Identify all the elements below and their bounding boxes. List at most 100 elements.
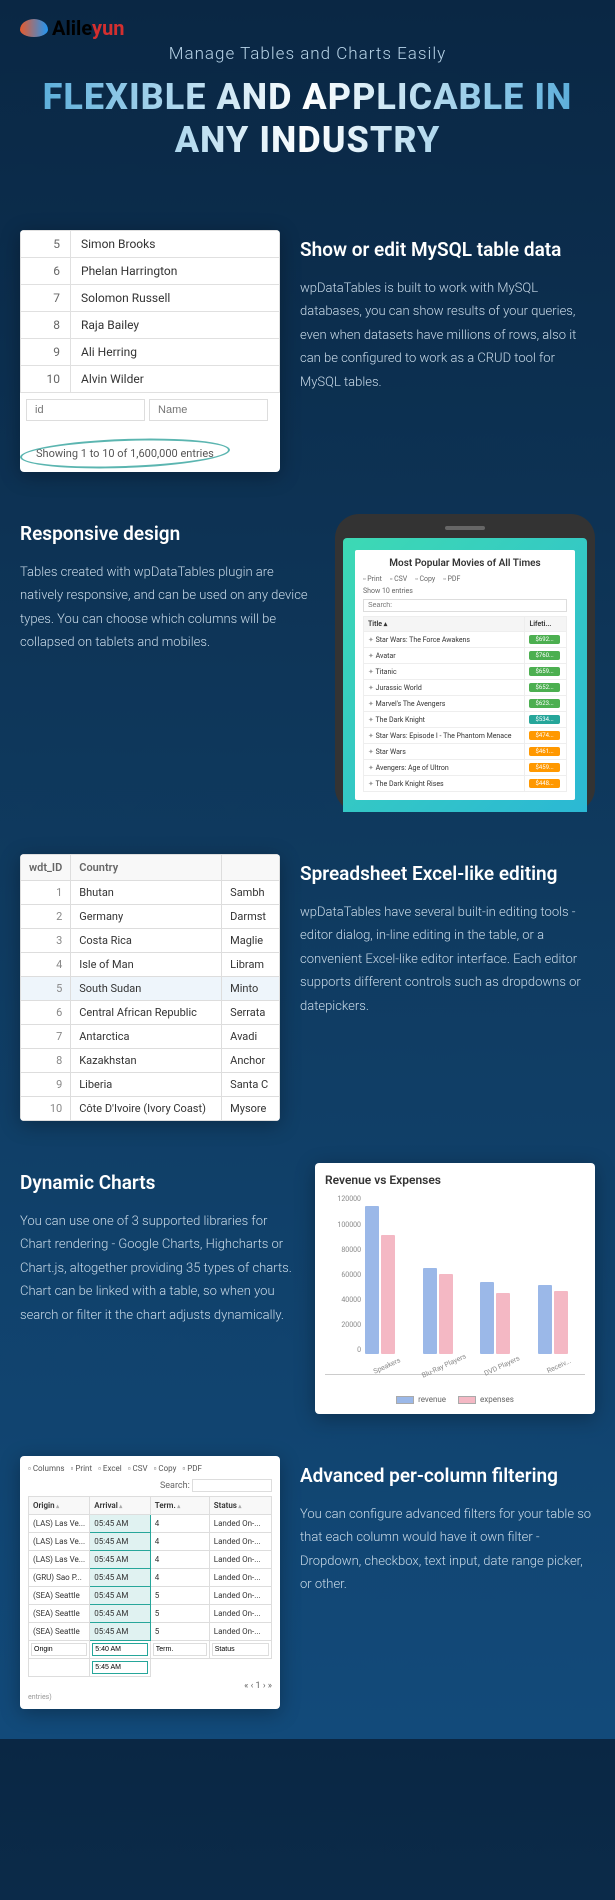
- table-cell: 05:45 AM: [90, 1515, 151, 1533]
- table-cell[interactable]: Minto: [222, 977, 280, 1001]
- table-cell: (SEA) Seattle: [29, 1623, 90, 1641]
- value-badge: $474...: [529, 731, 559, 740]
- table-cell[interactable]: Central African Republic: [71, 1001, 222, 1025]
- spreadsheet-preview: wdt_IDCountry1BhutanSambh 2GermanyDarmst 3…: [20, 854, 280, 1121]
- table-cell[interactable]: Sambh: [222, 881, 280, 905]
- table-cell: 8: [21, 312, 71, 339]
- toolbar-button[interactable]: ▫ CSV: [128, 1464, 148, 1473]
- table-cell[interactable]: 3: [21, 929, 71, 953]
- table-cell[interactable]: 6: [21, 1001, 71, 1025]
- table-cell[interactable]: Côte D'Ivoire (Ivory Coast): [71, 1097, 222, 1121]
- table-cell[interactable]: Costa Rica: [71, 929, 222, 953]
- bar: [496, 1293, 510, 1354]
- id-filter-input[interactable]: [26, 399, 145, 421]
- table-cell[interactable]: Anchor: [222, 1049, 280, 1073]
- table-cell[interactable]: Maglie: [222, 929, 280, 953]
- table-cell: Phelan Harrington: [71, 258, 280, 285]
- table-cell: 4: [150, 1515, 209, 1533]
- table-cell[interactable]: Germany: [71, 905, 222, 929]
- table-cell: Simon Brooks: [71, 231, 280, 258]
- column-header[interactable]: [222, 855, 280, 881]
- toolbar-button[interactable]: ▫ PDF: [443, 575, 460, 583]
- table-cell: 6: [21, 258, 71, 285]
- mysql-table-preview: 5Simon Brooks6Phelan Harrington7Solomon …: [20, 230, 280, 472]
- logo: Alileyun: [20, 16, 595, 40]
- toolbar-button[interactable]: ▫ Print: [363, 575, 382, 583]
- column-header[interactable]: Origin: [29, 1497, 90, 1515]
- table-cell: Landed On-...: [209, 1623, 271, 1641]
- column-filter-input[interactable]: [31, 1643, 87, 1656]
- column-filter-input[interactable]: [92, 1661, 148, 1674]
- section-body: wpDataTables is built to work with MySQL…: [300, 277, 595, 394]
- table-cell[interactable]: Antarctica: [71, 1025, 222, 1049]
- table-cell[interactable]: Kazakhstan: [71, 1049, 222, 1073]
- column-header[interactable]: Arrival: [90, 1497, 151, 1515]
- chart-preview: Revenue vs Expenses 12000010000080000600…: [315, 1163, 595, 1414]
- table-cell[interactable]: 7: [21, 1025, 71, 1049]
- phone-speaker-icon: [445, 526, 485, 530]
- table-cell[interactable]: 4: [21, 953, 71, 977]
- table-cell: 05:45 AM: [90, 1587, 151, 1605]
- value-badge: $623...: [529, 699, 559, 708]
- search-label: Search:: [160, 1481, 190, 1491]
- table-cell[interactable]: Darmst: [222, 905, 280, 929]
- table-cell[interactable]: South Sudan: [71, 977, 222, 1001]
- table-cell: Avatar: [364, 648, 525, 664]
- toolbar-button[interactable]: ▫ CSV: [390, 575, 407, 583]
- table-cell: (LAS) Las Ve...: [29, 1515, 90, 1533]
- column-header[interactable]: Term.: [150, 1497, 209, 1515]
- x-label: DVD Players: [483, 1355, 521, 1378]
- table-cell[interactable]: 2: [21, 905, 71, 929]
- table-cell[interactable]: 10: [21, 1097, 71, 1121]
- table-cell[interactable]: 1: [21, 881, 71, 905]
- show-entries: Show 10 entries: [363, 587, 567, 595]
- table-cell: 05:45 AM: [90, 1569, 151, 1587]
- table-cell[interactable]: 5: [21, 977, 71, 1001]
- table-cell[interactable]: Santa C: [222, 1073, 280, 1097]
- name-filter-input[interactable]: [149, 399, 268, 421]
- column-filter-input[interactable]: [92, 1643, 148, 1656]
- table-cell: Solomon Russell: [71, 285, 280, 312]
- search-input[interactable]: [192, 1479, 272, 1492]
- entries-count: Showing 1 to 10 of 1,600,000 entries: [28, 443, 222, 464]
- column-header[interactable]: Lifeti...: [525, 617, 567, 632]
- table-cell[interactable]: Serrata: [222, 1001, 280, 1025]
- bar: [538, 1285, 552, 1354]
- table-cell: (GRU) Sao P...: [29, 1569, 90, 1587]
- bar: [423, 1268, 437, 1354]
- column-filter-input[interactable]: [212, 1643, 269, 1656]
- phone-search-input[interactable]: [363, 599, 567, 612]
- cloud-icon: [20, 19, 48, 37]
- logo-text: Alileyun: [52, 16, 124, 40]
- table-cell[interactable]: 8: [21, 1049, 71, 1073]
- table-cell: Star Wars: The Force Awakens: [364, 632, 525, 648]
- toolbar-button[interactable]: ▫ Copy: [415, 575, 435, 583]
- table-cell[interactable]: Mysore: [222, 1097, 280, 1121]
- column-header[interactable]: wdt_ID: [21, 855, 71, 881]
- table-cell: Landed On-...: [209, 1605, 271, 1623]
- toolbar-button[interactable]: ▫ Excel: [98, 1464, 122, 1473]
- bar: [480, 1282, 494, 1355]
- toolbar-button[interactable]: ▫ Copy: [154, 1464, 177, 1473]
- table-cell[interactable]: Isle of Man: [71, 953, 222, 977]
- column-filter-input[interactable]: [153, 1643, 207, 1656]
- value-badge: $461...: [529, 747, 559, 756]
- toolbar-button[interactable]: ▫ Print: [71, 1464, 93, 1473]
- table-cell[interactable]: Liberia: [71, 1073, 222, 1097]
- column-header[interactable]: Title ▴: [364, 617, 525, 632]
- table-cell[interactable]: Avadi: [222, 1025, 280, 1049]
- toolbar-button[interactable]: ▫ Columns: [28, 1464, 65, 1473]
- toolbar-button[interactable]: ▫ PDF: [182, 1464, 202, 1473]
- pager[interactable]: « ‹ 1 › »: [28, 1681, 272, 1691]
- table-cell[interactable]: 9: [21, 1073, 71, 1097]
- table-cell: (SEA) Seattle: [29, 1605, 90, 1623]
- column-header[interactable]: Country: [71, 855, 222, 881]
- table-cell[interactable]: Bhutan: [71, 881, 222, 905]
- y-tick: 0: [325, 1346, 361, 1354]
- bar: [381, 1235, 395, 1354]
- table-cell[interactable]: Libram: [222, 953, 280, 977]
- section-body: wpDataTables have several built-in editi…: [300, 901, 595, 1018]
- column-header[interactable]: Status: [209, 1497, 271, 1515]
- x-label: Speakers: [372, 1357, 401, 1376]
- value-badge: $448...: [529, 779, 559, 788]
